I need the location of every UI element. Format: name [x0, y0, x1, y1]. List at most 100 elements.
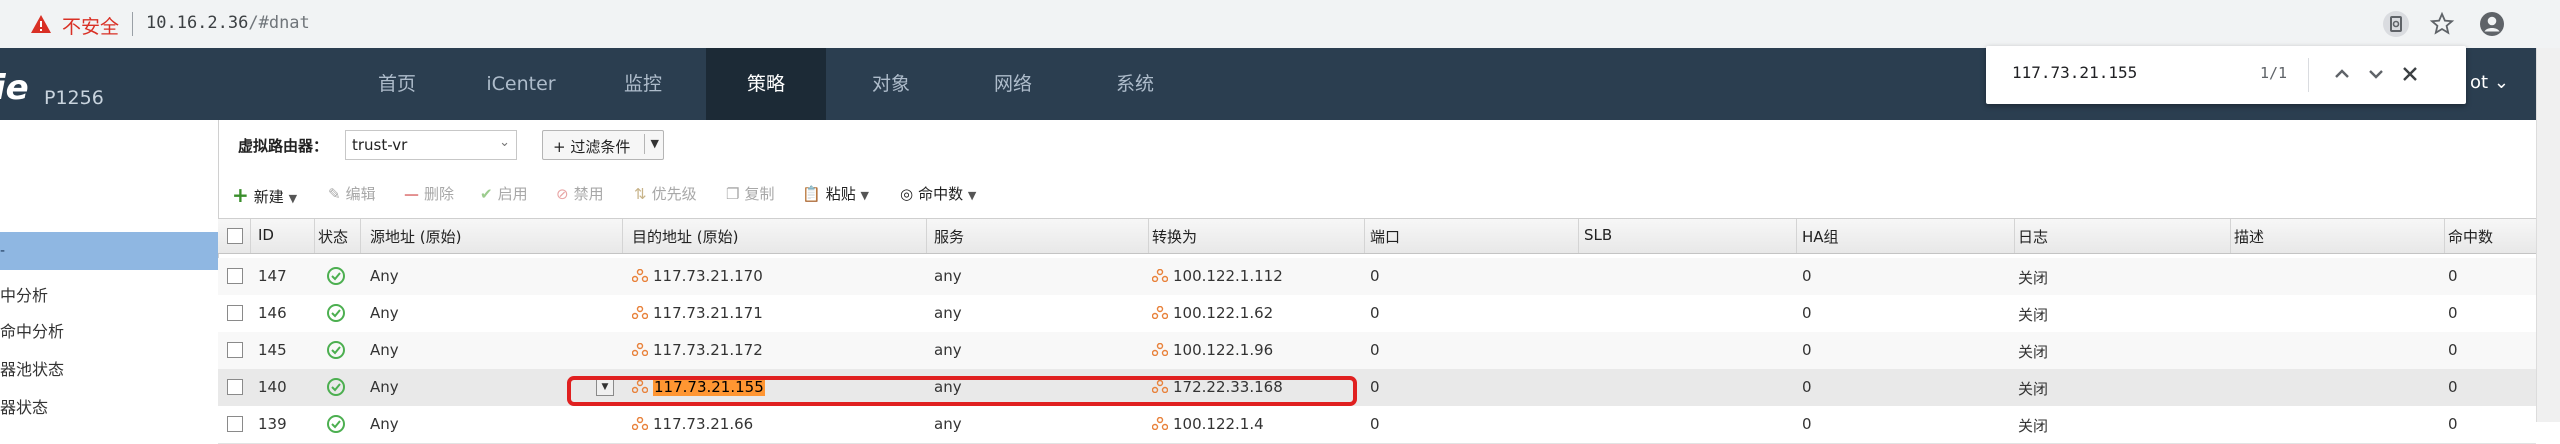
chevron-down-icon: ⌄	[499, 135, 510, 150]
address-object-icon	[1152, 343, 1168, 356]
user-menu[interactable]: ot ⌄	[2470, 72, 2509, 93]
pencil-icon: ✎	[328, 185, 341, 203]
paste-button[interactable]: 📋 粘贴 ▼	[802, 183, 869, 204]
column-header-hit-count[interactable]: 命中数	[2448, 226, 2493, 247]
column-header-status[interactable]: 状态	[318, 226, 348, 247]
virtual-router-label: 虚拟路由器：	[238, 137, 329, 155]
add-filter-button[interactable]: + 过滤条件 ▼	[542, 130, 664, 160]
nav-icenter[interactable]: iCenter	[476, 48, 566, 120]
cell-id: 139	[258, 415, 287, 433]
sidebar-item-rule-hit-analysis[interactable]: 命中分析	[0, 318, 64, 342]
table-row[interactable]: 139 Any 117.73.21.66 any 100.122.1.4 0 0…	[218, 406, 2536, 444]
enable-button-label: 启用	[497, 185, 528, 203]
warning-icon[interactable]	[30, 14, 52, 34]
copy-button[interactable]: ❐ 复制	[726, 183, 774, 204]
account-icon[interactable]	[2478, 10, 2506, 38]
priority-button[interactable]: ⇅ 优先级	[634, 183, 697, 204]
check-circle-icon	[327, 341, 345, 359]
table-row[interactable]: 145 Any 117.73.21.172 any 100.122.1.96 0…	[218, 332, 2536, 370]
column-divider	[360, 219, 361, 253]
cell-translate-to-text: 100.122.1.112	[1173, 267, 1283, 285]
caret-down-icon[interactable]: ▼	[289, 192, 297, 205]
check-circle-icon	[327, 267, 345, 285]
cell-source: Any	[370, 267, 399, 285]
disable-button[interactable]: ⊘ 禁用	[556, 183, 604, 204]
cell-port: 0	[1370, 415, 1380, 433]
chevron-up-icon[interactable]	[2330, 62, 2354, 86]
cell-ha-group: 0	[1802, 341, 1812, 359]
cell-log: 关闭	[2018, 306, 2049, 324]
nav-policy[interactable]: 策略	[706, 48, 826, 120]
url-path: /#dnat	[248, 13, 310, 33]
nav-network[interactable]: 网络	[978, 48, 1048, 120]
cell-service: any	[934, 267, 962, 285]
table-row[interactable]: 146 Any 117.73.21.171 any 100.122.1.62 0…	[218, 295, 2536, 333]
button-divider	[644, 134, 645, 154]
copy-icon: ❐	[726, 185, 740, 203]
page-info-icon[interactable]	[2382, 10, 2410, 38]
cell-id: 145	[258, 341, 287, 359]
page-scrollbar[interactable]	[2536, 48, 2560, 422]
sidebar-item-hit-analysis[interactable]: 中分析	[0, 282, 48, 306]
security-status-label[interactable]: 不安全	[62, 12, 119, 39]
hit-count-button[interactable]: ◎ 命中数 ▼	[900, 183, 976, 204]
column-divider	[2444, 219, 2445, 253]
column-header-slb[interactable]: SLB	[1584, 226, 1612, 244]
select-all-checkbox[interactable]	[227, 228, 243, 244]
cell-ha-group: 0	[1802, 378, 1812, 396]
nav-home[interactable]: 首页	[362, 48, 432, 120]
find-input[interactable]: 117.73.21.155	[2012, 63, 2137, 82]
url-field[interactable]: 10.16.2.36/#dnat	[146, 13, 310, 33]
edit-button[interactable]: ✎ 编辑	[328, 183, 376, 204]
cell-hit-count: 0	[2448, 341, 2458, 359]
nav-objects[interactable]: 对象	[856, 48, 926, 120]
enable-button[interactable]: ✔ 启用	[480, 183, 528, 204]
close-icon[interactable]	[2398, 62, 2422, 86]
cell-service: any	[934, 304, 962, 322]
caret-down-icon[interactable]: ▼	[651, 137, 659, 150]
cell-destination: 117.73.21.172	[632, 341, 763, 359]
row-checkbox[interactable]	[227, 342, 243, 358]
cell-port: 0	[1370, 267, 1380, 285]
chevron-down-icon[interactable]	[2364, 62, 2388, 86]
column-header-id[interactable]: ID	[258, 226, 274, 244]
add-filter-label: + 过滤条件	[553, 138, 631, 156]
column-header-translate-to[interactable]: 转换为	[1152, 226, 1197, 247]
nav-monitor[interactable]: 监控	[608, 48, 678, 120]
column-header-ha-group[interactable]: HA组	[1802, 226, 1839, 247]
cell-hit-count: 0	[2448, 378, 2458, 396]
cell-hit-count: 0	[2448, 267, 2458, 285]
column-header-service[interactable]: 服务	[934, 226, 964, 247]
cell-log: 关闭	[2018, 380, 2049, 398]
check-circle-icon	[327, 304, 345, 322]
column-header-port[interactable]: 端口	[1370, 226, 1400, 247]
column-header-source[interactable]: 源地址 (原始)	[370, 226, 461, 247]
sidebar-item-server-status[interactable]: 器状态	[0, 394, 48, 418]
column-header-log[interactable]: 日志	[2018, 226, 2048, 247]
column-header-description[interactable]: 描述	[2234, 226, 2264, 247]
delete-button[interactable]: — 删除	[404, 183, 454, 204]
caret-down-icon: ▼	[967, 189, 977, 202]
row-checkbox[interactable]	[227, 416, 243, 432]
sidebar-active-marker: -	[0, 243, 6, 259]
sidebar-item-server-pool-status[interactable]: 器池状态	[0, 356, 64, 380]
row-checkbox[interactable]	[227, 305, 243, 321]
star-icon[interactable]	[2428, 10, 2456, 38]
table-row[interactable]: 147 Any 117.73.21.170 any 100.122.1.112 …	[218, 258, 2536, 296]
table-row[interactable]: 140 Any ▼ 117.73.21.155 any 172.22.33.16…	[218, 369, 2536, 407]
cell-destination-text: 117.73.21.172	[653, 341, 763, 359]
row-checkbox[interactable]	[227, 268, 243, 284]
virtual-router-select[interactable]: trust-vr ⌄	[345, 130, 517, 160]
cell-translate-to-text: 100.122.1.62	[1173, 304, 1274, 322]
priority-button-label: 优先级	[651, 185, 697, 203]
address-object-icon	[632, 417, 648, 430]
address-object-icon	[1152, 269, 1168, 282]
column-header-destination[interactable]: 目的地址 (原始)	[632, 226, 738, 247]
nav-system[interactable]: 系统	[1100, 48, 1170, 120]
sidebar-item-active[interactable]	[0, 232, 218, 270]
cell-destination: 117.73.21.66	[632, 415, 753, 433]
row-checkbox[interactable]	[227, 379, 243, 395]
cell-hit-count: 0	[2448, 304, 2458, 322]
new-button[interactable]: + 新建 ▼	[232, 183, 297, 207]
cell-port: 0	[1370, 341, 1380, 359]
